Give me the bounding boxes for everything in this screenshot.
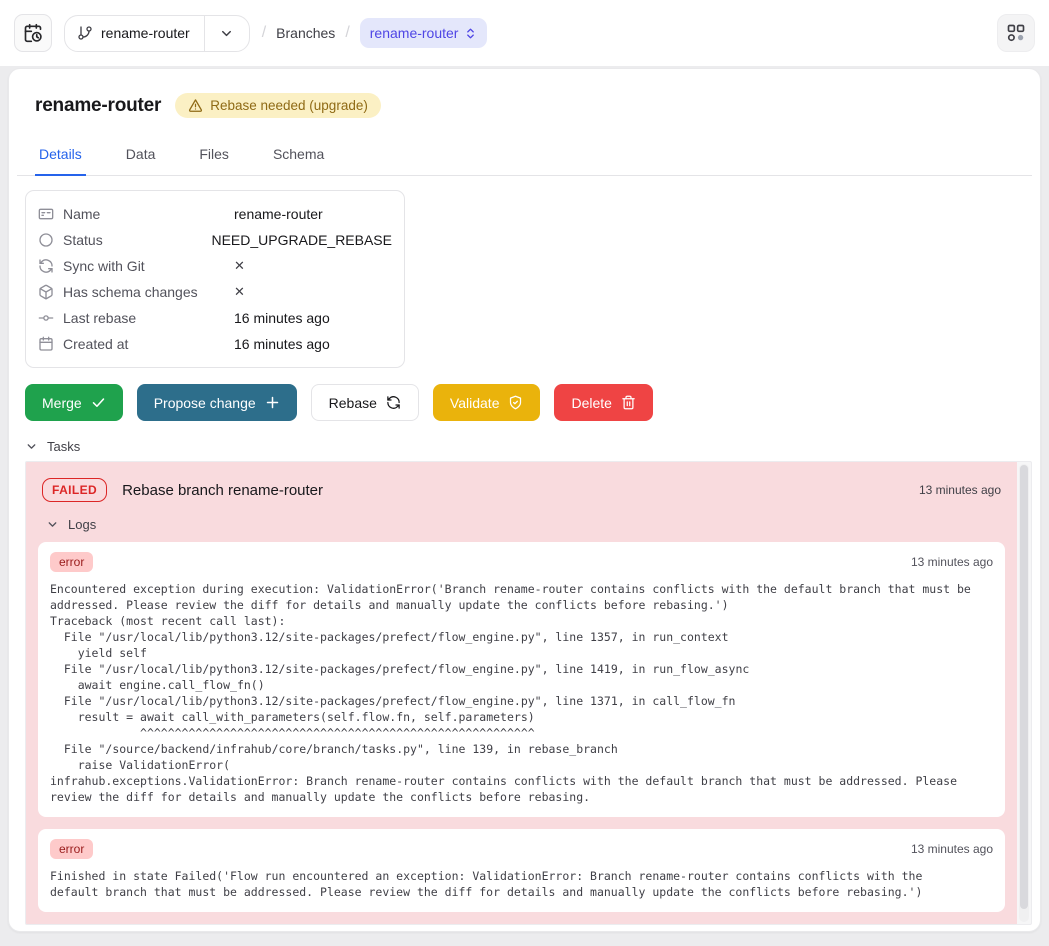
task-row[interactable]: FAILED Rebase branch rename-router 13 mi…: [26, 462, 1017, 925]
top-bar: rename-router / Branches / rename-router: [0, 0, 1049, 66]
rebase-needed-badge-label: Rebase needed (upgrade): [210, 98, 368, 113]
detail-label: Sync with Git: [63, 258, 234, 274]
tab-schema[interactable]: Schema: [269, 140, 328, 176]
page-title: rename-router: [35, 95, 161, 117]
detail-row-has-schema-changes: Has schema changes ✕: [38, 279, 392, 305]
breadcrumb-separator: /: [345, 24, 349, 42]
task-timestamp: 13 minutes ago: [919, 483, 1001, 497]
calendar-clock-icon: [23, 23, 43, 43]
validate-button[interactable]: Validate: [433, 384, 541, 421]
breadcrumb-separator: /: [262, 24, 266, 42]
warning-triangle-icon: [188, 98, 203, 113]
detail-value: 16 minutes ago: [234, 336, 330, 352]
detail-value: NEED_UPGRADE_REBASE: [211, 232, 392, 248]
apps-menu-button[interactable]: [997, 14, 1035, 52]
merge-button-label: Merge: [42, 395, 82, 411]
merge-button[interactable]: Merge: [25, 384, 123, 421]
branch-selector[interactable]: rename-router: [64, 15, 250, 52]
breadcrumb-current: rename-router: [370, 25, 459, 41]
detail-label: Name: [63, 206, 234, 222]
breadcrumb: / Branches / rename-router: [262, 18, 488, 48]
workflow-icon: [1006, 23, 1026, 43]
detail-label: Status: [63, 232, 211, 248]
check-icon: [91, 395, 106, 410]
log-level-badge: error: [50, 552, 93, 572]
detail-label: Created at: [63, 336, 234, 352]
branch-details-panel: Name rename-router Status NEED_UPGRADE_R…: [25, 190, 405, 368]
trash-icon: [621, 395, 636, 410]
git-commit-icon: [38, 310, 54, 326]
detail-row-created-at: Created at 16 minutes ago: [38, 331, 392, 357]
rebase-button[interactable]: Rebase: [311, 384, 419, 421]
chevrons-up-down-icon: [464, 27, 477, 40]
detail-value-cross: ✕: [234, 258, 245, 274]
log-entry: error 13 minutes ago Finished in state F…: [38, 829, 1005, 912]
log-entry: error 13 minutes ago Encountered excepti…: [38, 542, 1005, 817]
log-message: Finished in state Failed('Flow run encou…: [50, 868, 993, 900]
tasks-section-label: Tasks: [47, 439, 80, 454]
detail-value: 16 minutes ago: [234, 310, 330, 326]
log-level-badge: error: [50, 839, 93, 859]
plus-icon: [265, 395, 280, 410]
chevron-down-icon: [205, 16, 249, 51]
breadcrumb-branch-select[interactable]: rename-router: [360, 18, 488, 48]
logs-toggle-label: Logs: [68, 517, 96, 532]
logs-toggle[interactable]: Logs: [46, 517, 1005, 532]
package-icon: [38, 284, 54, 300]
tasks-section-toggle[interactable]: Tasks: [25, 437, 1032, 455]
propose-change-button-label: Propose change: [154, 395, 256, 411]
detail-value-cross: ✕: [234, 284, 245, 300]
detail-row-status: Status NEED_UPGRADE_REBASE: [38, 227, 392, 253]
detail-row-sync-with-git: Sync with Git ✕: [38, 253, 392, 279]
chevron-down-icon: [46, 518, 59, 531]
task-status-badge: FAILED: [42, 478, 107, 502]
tab-details[interactable]: Details: [35, 140, 86, 176]
delete-button[interactable]: Delete: [554, 384, 652, 421]
tab-files[interactable]: Files: [195, 140, 233, 176]
rebase-needed-badge: Rebase needed (upgrade): [175, 93, 381, 118]
log-message: Encountered exception during execution: …: [50, 581, 993, 805]
shield-check-icon: [508, 395, 523, 410]
detail-row-name: Name rename-router: [38, 201, 392, 227]
tab-data[interactable]: Data: [122, 140, 160, 176]
branch-actions: Merge Propose change Rebase Validate Del…: [25, 384, 1032, 421]
branch-detail-card: rename-router Rebase needed (upgrade) De…: [8, 68, 1041, 932]
tasks-scrollbar-thumb[interactable]: [1020, 465, 1028, 909]
sync-icon: [38, 258, 54, 274]
branch-selector-value: rename-router: [101, 25, 190, 41]
breadcrumb-branches-link[interactable]: Branches: [276, 25, 335, 41]
log-timestamp: 13 minutes ago: [911, 555, 993, 569]
detail-value: rename-router: [234, 206, 323, 222]
task-title: Rebase branch rename-router: [122, 482, 323, 499]
rebase-button-label: Rebase: [329, 395, 377, 411]
log-timestamp: 13 minutes ago: [911, 842, 993, 856]
circle-icon: [38, 232, 54, 248]
delete-button-label: Delete: [571, 395, 611, 411]
chevron-down-icon: [25, 440, 38, 453]
detail-label: Has schema changes: [63, 284, 234, 300]
calendar-icon: [38, 336, 54, 352]
tasks-list: FAILED Rebase branch rename-router 13 mi…: [25, 461, 1032, 925]
git-branch-icon: [77, 25, 93, 41]
tasks-scrollbar[interactable]: [1019, 464, 1029, 922]
tabs: Details Data Files Schema: [17, 140, 1032, 176]
propose-change-button[interactable]: Propose change: [137, 384, 297, 421]
id-card-icon: [38, 206, 54, 222]
validate-button-label: Validate: [450, 395, 500, 411]
refresh-icon: [386, 395, 401, 410]
time-travel-button[interactable]: [14, 14, 52, 52]
detail-label: Last rebase: [63, 310, 234, 326]
detail-row-last-rebase: Last rebase 16 minutes ago: [38, 305, 392, 331]
